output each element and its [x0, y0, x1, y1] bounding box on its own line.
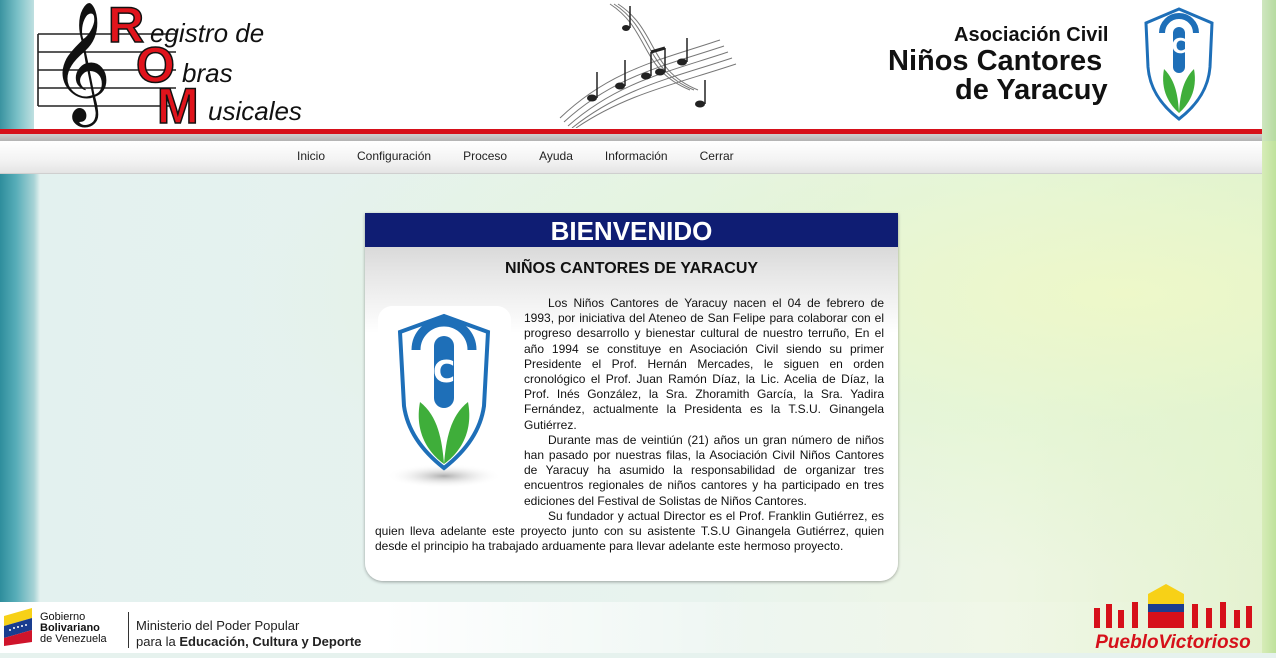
- crest-icon: C: [1142, 7, 1216, 121]
- header-gray-rule: [0, 134, 1262, 141]
- ministry-line2-prefix: para la: [136, 634, 180, 649]
- nav-item-inicio[interactable]: Inicio: [281, 141, 341, 173]
- nav-item-cerrar[interactable]: Cerrar: [684, 141, 750, 173]
- ministry-label: Ministerio del Poder Popular para la Edu…: [136, 618, 361, 650]
- ministry-line2-bold: Educación, Cultura y Deporte: [179, 634, 362, 649]
- pueblo-logo-text: PuebloVictorioso: [1095, 632, 1251, 653]
- nav-item-ayuda[interactable]: Ayuda: [523, 141, 589, 173]
- pueblo-victorioso-logo: PuebloVictorioso: [1088, 582, 1258, 653]
- ministry-line1: Ministerio del Poder Popular: [136, 618, 300, 633]
- card-subtitle: NIÑOS CANTORES DE YARACUY: [504, 260, 759, 277]
- nav-item-proceso[interactable]: Proceso: [447, 141, 523, 173]
- music-notes-icon: [550, 0, 760, 129]
- welcome-card: BIENVENIDO NIÑOS CANTORES DE YARACUY C L…: [365, 213, 898, 581]
- nav-item-informacion[interactable]: Información: [589, 141, 684, 173]
- association-line3: de Yaracuy: [955, 74, 1108, 106]
- header-right-edge: [1262, 0, 1276, 141]
- government-label: Gobierno Bolivariano de Venezuela: [40, 612, 107, 645]
- rom-word-musicales: usicales: [208, 96, 302, 126]
- footer-divider: [128, 612, 129, 648]
- card-title: BIENVENIDO: [365, 213, 898, 247]
- treble-clef-icon: 𝄞: [50, 0, 112, 122]
- nav-item-configuracion[interactable]: Configuración: [341, 141, 447, 173]
- rom-logo: 𝄞 R O M egistro de bras usicales: [36, 0, 336, 135]
- main-nav: Inicio Configuración Proceso Ayuda Infor…: [0, 141, 1262, 174]
- rom-word-registro: egistro de: [150, 18, 265, 48]
- government-line3: de Venezuela: [40, 633, 107, 645]
- card-body: Los Niños Cantores de Yaracuy nacen el 0…: [375, 296, 884, 554]
- rom-word-obras: bras: [182, 58, 233, 88]
- association-line1: Asociación Civil: [954, 24, 1109, 46]
- venezuela-flag-icon: [2, 606, 36, 646]
- svg-text:C: C: [1172, 34, 1187, 58]
- header-left-edge: [0, 0, 34, 141]
